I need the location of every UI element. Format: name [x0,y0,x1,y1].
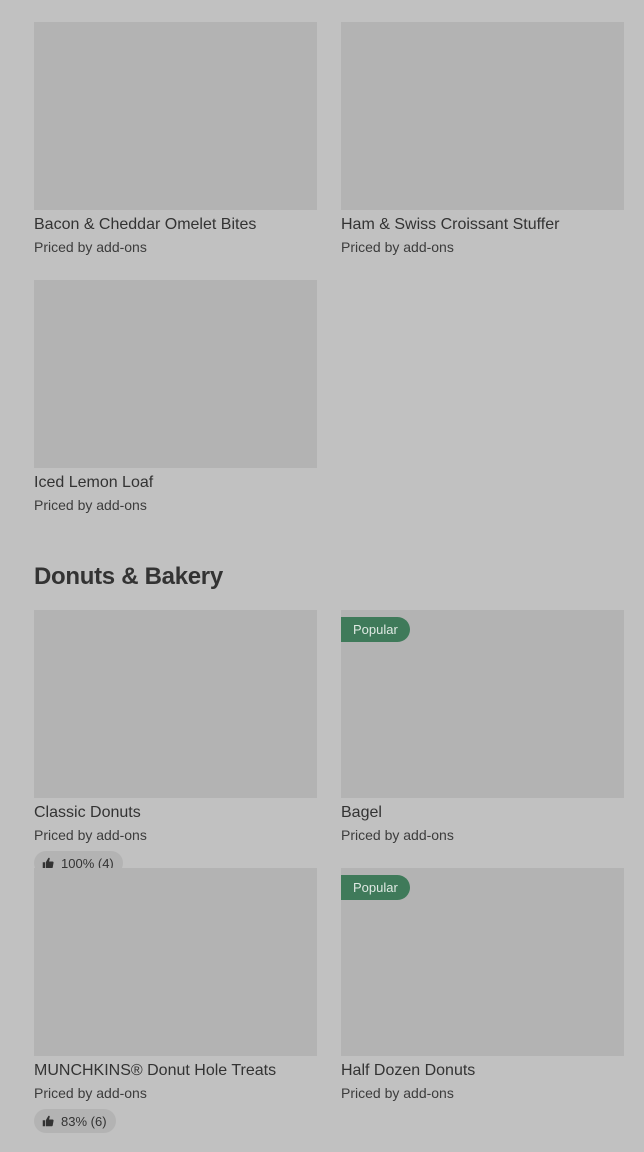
popular-badge: Popular [341,875,410,900]
item-name: Classic Donuts [34,804,141,821]
item-image[interactable] [341,22,624,210]
item-name: Bagel [341,804,382,821]
item-price: Priced by add-ons [34,1085,147,1101]
item-name: MUNCHKINS® Donut Hole Treats [34,1062,277,1079]
item-image[interactable]: Popular [341,868,624,1056]
section-title-donuts-bakery: Donuts & Bakery [34,563,223,590]
thumbs-up-icon [42,1115,54,1127]
breakfast-items-grid: Bacon & Cheddar Omelet Bites Priced by a… [34,22,624,538]
item-name: Iced Lemon Loaf [34,474,154,491]
item-price: Priced by add-ons [34,827,147,843]
menu-item-card[interactable]: Bacon & Cheddar Omelet Bites Priced by a… [34,22,317,280]
item-image[interactable]: Popular [341,610,624,798]
item-image[interactable] [34,610,317,798]
item-image[interactable] [34,280,317,468]
item-image[interactable] [34,868,317,1056]
item-price: Priced by add-ons [34,497,147,513]
item-name: Bacon & Cheddar Omelet Bites [34,216,257,233]
item-price: Priced by add-ons [341,239,454,255]
item-price: Priced by add-ons [341,1085,454,1101]
popular-badge: Popular [341,617,410,642]
menu-item-card[interactable]: Popular Bagel Priced by add-ons [341,610,624,868]
item-name: Ham & Swiss Croissant Stuffer [341,216,560,233]
menu-item-card[interactable]: Iced Lemon Loaf Priced by add-ons [34,280,317,538]
item-image[interactable] [34,22,317,210]
menu-item-card[interactable]: Ham & Swiss Croissant Stuffer Priced by … [341,22,624,280]
item-name: Half Dozen Donuts [341,1062,476,1079]
menu-item-card[interactable]: Popular Half Dozen Donuts Priced by add-… [341,868,624,1126]
donuts-bakery-grid: Classic Donuts Priced by add-ons 100% (4… [34,610,624,1133]
item-price: Priced by add-ons [34,239,147,255]
menu-item-card[interactable]: Classic Donuts Priced by add-ons 100% (4… [34,610,317,875]
menu-item-card[interactable]: MUNCHKINS® Donut Hole Treats Priced by a… [34,868,317,1133]
rating-badge: 83% (6) [34,1109,116,1133]
item-price: Priced by add-ons [341,827,454,843]
rating-text: 83% (6) [61,1113,107,1129]
